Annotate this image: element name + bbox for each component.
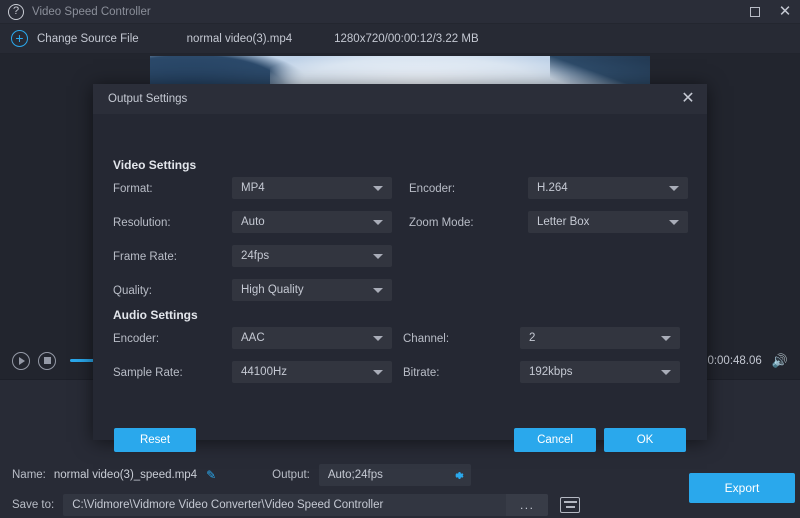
cancel-button[interactable]: Cancel [514,428,596,452]
encoder-value: H.264 [537,182,568,194]
sample-rate-value: 44100Hz [241,366,287,378]
window-title: Video Speed Controller [32,6,151,18]
output-name-row: Name: normal video(3)_speed.mp4 ✎ Output… [0,461,800,489]
format-value: MP4 [241,182,265,194]
dialog-title: Output Settings [108,93,187,105]
ok-button[interactable]: OK [604,428,686,452]
frame-rate-label: Frame Rate: [113,251,177,263]
reset-button[interactable]: Reset [114,428,196,452]
pencil-icon[interactable]: ✎ [206,468,216,482]
title-bar: ? Video Speed Controller ✕ [0,0,800,24]
output-label: Output: [272,469,310,481]
chevron-down-icon [373,336,383,341]
resolution-value: Auto [241,216,265,228]
chevron-down-icon [669,220,679,225]
browse-button[interactable]: ... [506,494,548,516]
resolution-label: Resolution: [113,217,171,229]
channel-label: Channel: [403,333,449,345]
sample-rate-label: Sample Rate: [113,367,183,379]
frame-rate-value: 24fps [241,250,269,262]
output-settings-dialog: Output Settings ✕ Video Settings Format:… [93,84,707,440]
save-to-row: Save to: C:\Vidmore\Vidmore Video Conver… [0,492,800,518]
audio-encoder-dropdown[interactable]: AAC [232,327,392,349]
frame-rate-dropdown[interactable]: 24fps [232,245,392,267]
close-icon[interactable]: ✕ [770,0,800,24]
chevron-down-icon [373,370,383,375]
channel-value: 2 [529,332,535,344]
maximize-icon[interactable] [740,0,770,24]
chevron-down-icon [373,186,383,191]
zoom-mode-dropdown[interactable]: Letter Box [528,211,688,233]
format-label: Format: [113,183,153,195]
zoom-mode-value: Letter Box [537,216,589,228]
chevron-down-icon [661,336,671,341]
encoder-dropdown[interactable]: H.264 [528,177,688,199]
source-file-name: normal video(3).mp4 [187,33,292,45]
audio-encoder-value: AAC [241,332,265,344]
gear-icon[interactable] [451,469,464,482]
change-source-file-button[interactable]: Change Source File [37,33,139,45]
output-format-value: Auto;24fps [328,469,383,481]
plus-circle-icon[interactable]: + [11,30,28,47]
audio-settings-heading: Audio Settings [113,308,198,322]
playback-time: 00:00:48.06 [701,355,762,367]
chevron-down-icon [373,288,383,293]
chevron-down-icon [661,370,671,375]
question-circle-icon[interactable]: ? [8,4,24,20]
format-dropdown[interactable]: MP4 [232,177,392,199]
folder-icon[interactable] [560,497,580,513]
name-label: Name: [12,469,46,481]
sample-rate-dropdown[interactable]: 44100Hz [232,361,392,383]
quality-dropdown[interactable]: High Quality [232,279,392,301]
source-file-meta: 1280x720/00:00:12/3.22 MB [334,33,479,45]
export-button[interactable]: Export [689,473,795,503]
video-speed-controller-window: ? Video Speed Controller ✕ + Change Sour… [0,0,800,518]
encoder-label: Encoder: [409,183,455,195]
resolution-dropdown[interactable]: Auto [232,211,392,233]
chevron-down-icon [669,186,679,191]
bitrate-value: 192kbps [529,366,572,378]
quality-label: Quality: [113,285,152,297]
chevron-down-icon [373,254,383,259]
window-buttons: ✕ [740,0,800,24]
volume-icon[interactable]: 🔊 [772,353,788,369]
zoom-mode-label: Zoom Mode: [409,217,474,229]
source-toolbar: + Change Source File normal video(3).mp4… [0,24,800,54]
save-path-input[interactable]: C:\Vidmore\Vidmore Video Converter\Video… [63,494,548,516]
quality-value: High Quality [241,284,304,296]
output-name-value: normal video(3)_speed.mp4 [54,469,197,481]
save-path-value: C:\Vidmore\Vidmore Video Converter\Video… [72,499,383,511]
save-to-label: Save to: [12,499,54,511]
stop-icon[interactable] [38,352,56,370]
play-icon[interactable] [12,352,30,370]
audio-encoder-label: Encoder: [113,333,159,345]
bitrate-dropdown[interactable]: 192kbps [520,361,680,383]
chevron-down-icon [373,220,383,225]
dialog-header: Output Settings ✕ [93,84,707,114]
channel-dropdown[interactable]: 2 [520,327,680,349]
output-format-box[interactable]: Auto;24fps [319,464,471,486]
video-settings-heading: Video Settings [113,158,196,172]
close-icon[interactable]: ✕ [679,90,697,108]
dialog-body: Video Settings Format: MP4 Encoder: H.26… [93,114,707,440]
bitrate-label: Bitrate: [403,367,439,379]
